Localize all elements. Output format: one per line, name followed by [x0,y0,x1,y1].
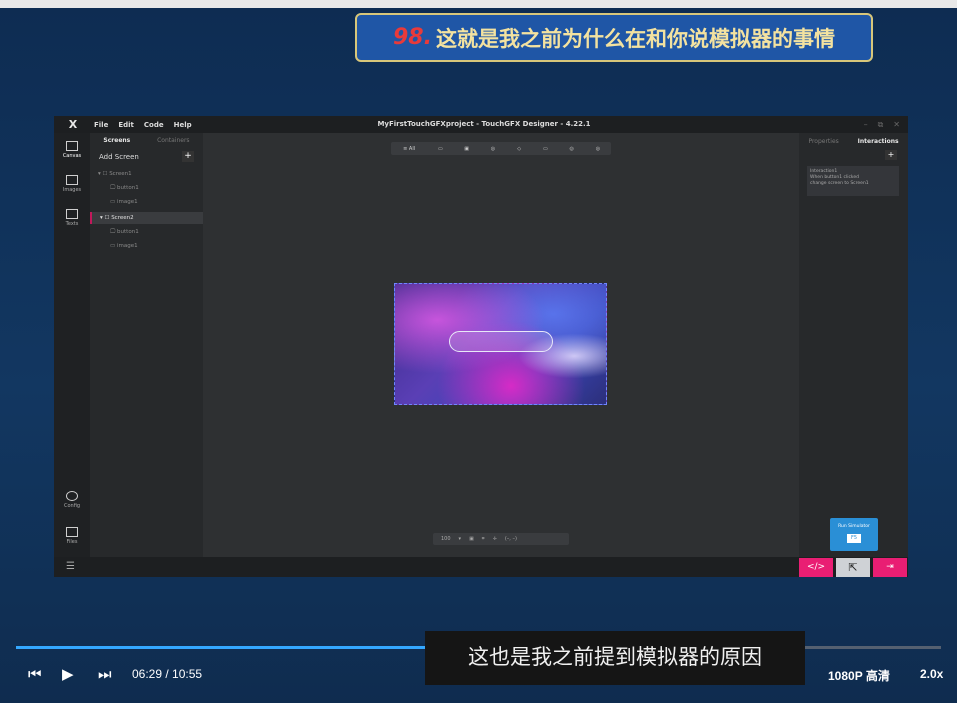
toolbar-button-icon[interactable]: ▭ [434,145,446,153]
tree-screen1-image1[interactable]: ▭ image1 [90,196,203,208]
player-controls: ⏮ ▶ ⏭ 06:29 / 10:55 1080P 高清 2.0x [0,657,957,693]
window-title: MyFirstTouchGFXproject - TouchGFX Design… [377,120,591,128]
canvas-area[interactable]: ≡ All ▭ ▣ ◎ ◇ ▭ ◎ ◎ 100 ▾ ▣ ⌗ ✛ (–, –) [203,133,799,557]
right-panel-tabs: Properties Interactions [799,138,908,145]
rail-canvas[interactable]: Canvas [54,141,90,159]
config-icon [66,491,78,501]
menu-code[interactable]: Code [144,121,164,129]
touchgfx-logo-icon: X [68,118,78,131]
rail-config-label: Config [63,503,81,509]
rail-files[interactable]: Files [54,527,90,545]
lesson-title: 这就是我之前为什么在和你说模拟器的事情 [435,26,835,51]
canvas-icon [66,141,78,151]
rail-texts-label: Texts [65,221,79,227]
lesson-number: 98. [393,25,432,50]
preview-button1[interactable] [449,331,553,352]
rail-images[interactable]: Images [54,175,90,193]
tree-screen1-button1[interactable]: 🖵 button1 [90,182,203,194]
widget-toolbar: ≡ All ▭ ▣ ◎ ◇ ▭ ◎ ◎ [391,142,611,155]
close-icon[interactable]: ✕ [893,120,900,129]
rail-images-label: Images [62,187,82,193]
minimize-icon[interactable]: – [864,120,868,129]
zoom-dropdown-icon[interactable]: ▾ [459,536,462,542]
window-controls: – ⧉ ✕ [864,116,900,133]
screen-preview[interactable] [394,283,607,405]
hamburger-icon[interactable]: ☰ [66,561,75,572]
fit-icon[interactable]: ▣ [469,536,474,542]
run-simulator-key: F5 [847,534,861,543]
speed-selector[interactable]: 2.0x [920,667,943,681]
app-titlebar: X File Edit Code Help MyFirstTouchGFXpro… [54,116,908,133]
menu-edit[interactable]: Edit [118,121,134,129]
tree-screen2[interactable]: ▾ ☐ Screen2 [90,212,203,224]
exit-button[interactable]: ⇥ [873,558,907,577]
tree-screen2-image1[interactable]: ▭ image1 [90,240,203,252]
toolbar-text-icon[interactable]: ▭ [539,145,551,153]
tree-screen1[interactable]: ▾ ☐ Screen1 [90,168,203,180]
next-icon[interactable]: ⏭ [98,665,112,683]
add-screen-button[interactable]: + [182,151,194,162]
run-simulator-label: Run Simulator [838,524,870,529]
toolbar-all[interactable]: ≡ All [398,145,420,153]
screens-panel-tabs: Screens Containers [90,137,203,144]
page-top-strip [0,0,957,8]
menu-bar: File Edit Code Help [94,116,192,133]
toolbar-misc-icon[interactable]: ◎ [566,145,578,153]
interaction-action: change screen to Screen1 [810,181,869,186]
add-screen-label[interactable]: Add Screen [99,153,139,161]
tab-properties[interactable]: Properties [808,138,838,145]
crop-icon[interactable]: ⌗ [482,536,485,542]
play-icon[interactable]: ▶ [62,665,74,683]
tab-screens[interactable]: Screens [103,137,130,144]
rail-texts[interactable]: Texts [54,209,90,227]
maximize-icon[interactable]: ⧉ [878,120,884,130]
texts-icon [66,209,78,219]
touchgfx-designer-window: X File Edit Code Help MyFirstTouchGFXpro… [54,116,908,577]
run-simulator-button[interactable]: Run Simulator F5 [830,518,878,551]
select-tool-button[interactable]: ⇱ [836,558,870,577]
toolbar-image-icon[interactable]: ▣ [461,145,473,153]
app-bottom-bar: ☰ </> ⇱ ⇥ [54,557,908,577]
tree-screen2-button1[interactable]: 🖵 button1 [90,226,203,238]
generate-code-button[interactable]: </> [799,558,833,577]
left-rail: Canvas Images Texts Config Files [54,133,90,557]
menu-file[interactable]: File [94,121,108,129]
previous-icon[interactable]: ⏮ [28,665,42,683]
files-icon [66,527,78,537]
menu-help[interactable]: Help [174,121,192,129]
cursor-coords: (–, –) [504,536,517,542]
lesson-title-banner: 98. 这就是我之前为什么在和你说模拟器的事情 [355,13,873,62]
images-icon [66,175,78,185]
tab-interactions[interactable]: Interactions [858,138,899,145]
quality-selector[interactable]: 1080P 高清 [828,667,890,684]
tab-containers[interactable]: Containers [157,137,189,144]
rail-config[interactable]: Config [54,491,90,509]
zoom-value[interactable]: 100 [441,536,451,542]
rail-canvas-label: Canvas [62,153,82,159]
zoom-bar: 100 ▾ ▣ ⌗ ✛ (–, –) [433,533,569,545]
toolbar-more-icon[interactable]: ◎ [592,145,604,153]
rail-files-label: Files [66,539,78,545]
move-icon[interactable]: ✛ [493,536,497,542]
toolbar-shape-icon[interactable]: ◎ [487,145,499,153]
add-interaction-button[interactable]: + [885,150,897,160]
playback-time: 06:29 / 10:55 [132,667,203,681]
right-panel: Properties Interactions + Interaction1 W… [799,133,908,557]
screens-panel: Screens Containers Add Screen + ▾ ☐ Scre… [90,133,203,557]
interaction-card[interactable]: Interaction1 When button1 clicked change… [807,166,899,196]
toolbar-container-icon[interactable]: ◇ [513,145,525,153]
